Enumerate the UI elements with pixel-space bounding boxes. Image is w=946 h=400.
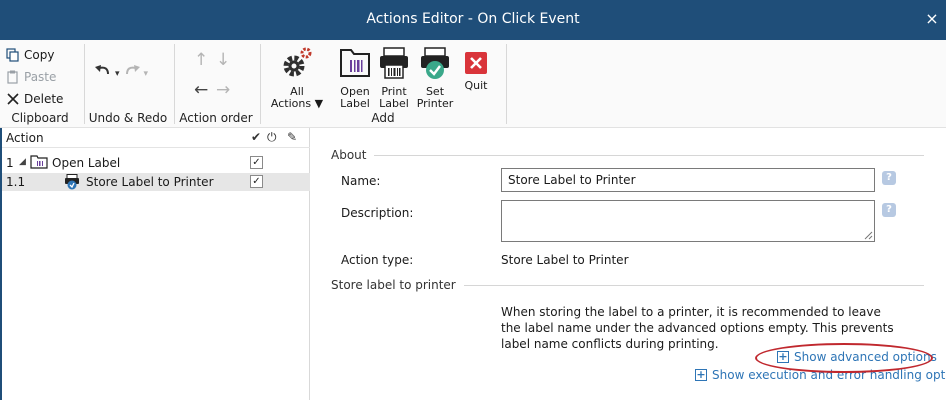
close-icon[interactable]: × xyxy=(922,9,942,28)
tree-row-open-label[interactable]: 1 ◢ Open Label ✓ xyxy=(2,154,310,172)
action-order-group-label: Action order xyxy=(179,111,253,125)
ribbon-separator xyxy=(260,44,261,124)
action-tree: Action ✔ ⏻ ✎ 1 ◢ Open Label ✓ 1.1 Store … xyxy=(0,128,310,400)
ribbon: Copy Paste Delete Clipboard ▾ ▾ Undo & R… xyxy=(0,40,946,128)
action-type-label: Action type: xyxy=(341,253,414,267)
ribbon-separator xyxy=(84,44,85,124)
move-up-icon[interactable]: ↑ xyxy=(194,50,208,70)
add-group: All Actions ▼ Open Label Print Label Set… xyxy=(262,40,504,128)
tree-header: Action ✔ ⏻ ✎ xyxy=(2,128,310,148)
pencil-icon: ✎ xyxy=(287,130,298,144)
row-number: 1 xyxy=(6,156,14,170)
clipboard-group-label: Clipboard xyxy=(11,111,69,125)
name-input[interactable]: Store Label to Printer xyxy=(501,168,875,192)
tree-row-store-label[interactable]: 1.1 Store Label to Printer ✓ xyxy=(2,173,310,191)
store-section-header: Store label to printer xyxy=(331,278,924,292)
store-section-title: Store label to printer xyxy=(331,278,456,292)
paste-label: Paste xyxy=(24,70,57,84)
open-label-button[interactable]: Open Label xyxy=(336,46,374,110)
row-enabled-checkbox[interactable]: ✓ xyxy=(250,156,263,169)
quit-label: Quit xyxy=(464,79,488,92)
set-printer-text-2: Printer xyxy=(416,97,454,110)
print-label-button[interactable]: Print Label xyxy=(375,46,413,110)
row-label: Store Label to Printer xyxy=(86,175,214,189)
open-label-icon xyxy=(30,155,48,172)
paste-icon xyxy=(6,70,20,84)
description-help-icon[interactable]: ? xyxy=(882,203,896,217)
expand-plus-icon: + xyxy=(695,368,707,381)
clipboard-group: Copy Paste Delete Clipboard xyxy=(0,40,80,128)
print-label-text-2: Label xyxy=(379,97,409,110)
copy-button[interactable]: Copy xyxy=(6,46,54,64)
open-label-text-2: Label xyxy=(340,97,370,110)
name-help-icon[interactable]: ? xyxy=(882,171,896,185)
move-down-icon[interactable]: ↓ xyxy=(216,50,230,70)
name-label: Name: xyxy=(341,174,381,188)
set-printer-icon xyxy=(414,46,456,83)
action-column-header: Action xyxy=(6,131,44,145)
delete-label: Delete xyxy=(24,92,64,106)
row-label: Open Label xyxy=(52,156,121,170)
all-actions-label-2: Actions xyxy=(270,97,312,110)
description-label: Description: xyxy=(341,206,414,220)
printer-icon xyxy=(375,46,413,83)
undo-icon[interactable] xyxy=(94,64,112,83)
copy-icon xyxy=(6,48,20,62)
title-bar: Actions Editor - On Click Event × xyxy=(0,0,946,40)
redo-icon[interactable] xyxy=(123,64,141,83)
action-type-value: Store Label to Printer xyxy=(501,253,629,267)
open-label-icon xyxy=(336,46,374,83)
undo-dropdown-icon[interactable]: ▾ xyxy=(115,69,120,79)
description-textarea[interactable] xyxy=(501,200,875,242)
undo-redo-group-label: Undo & Redo xyxy=(88,111,168,125)
paste-button[interactable]: Paste xyxy=(6,68,56,86)
section-divider xyxy=(374,154,925,156)
redo-dropdown-icon[interactable]: ▾ xyxy=(144,69,149,79)
set-printer-button[interactable]: Set Printer xyxy=(414,46,456,110)
row-number: 1.1 xyxy=(6,175,26,189)
copy-label: Copy xyxy=(24,48,55,62)
about-section-header: About xyxy=(331,148,925,162)
row-enabled-checkbox[interactable]: ✓ xyxy=(250,175,263,188)
all-actions-button[interactable]: All Actions ▼ xyxy=(268,46,326,110)
undo-redo-group: ▾ ▾ Undo & Redo xyxy=(86,40,170,128)
all-actions-dropdown-icon: ▼ xyxy=(311,97,324,110)
move-right-icon[interactable]: → xyxy=(216,80,230,100)
add-group-label: Add xyxy=(371,111,395,125)
delete-button[interactable]: Delete xyxy=(6,90,63,108)
ribbon-separator xyxy=(506,44,507,124)
move-left-icon[interactable]: ← xyxy=(194,80,208,100)
undo-redo-buttons: ▾ ▾ xyxy=(94,64,148,83)
delete-icon xyxy=(6,92,20,106)
properties-panel: About Name: Store Label to Printer ? Des… xyxy=(311,128,946,400)
resize-grip-icon[interactable] xyxy=(864,231,873,240)
gear-icon xyxy=(268,46,326,83)
power-icon: ⏻ xyxy=(267,130,277,144)
highlight-annotation xyxy=(755,343,933,373)
quit-icon xyxy=(458,52,494,77)
window-title: Actions Editor - On Click Event xyxy=(366,11,580,27)
section-divider xyxy=(463,284,924,286)
quit-button[interactable]: Quit xyxy=(458,46,494,92)
action-order-group: ↑ ↓ ← → Action order xyxy=(176,40,256,128)
ribbon-separator xyxy=(174,44,175,124)
collapse-triangle-icon[interactable]: ◢ xyxy=(19,157,26,167)
enabled-check-icon: ✔ xyxy=(251,130,262,144)
about-section-title: About xyxy=(331,148,367,162)
store-printer-icon xyxy=(64,174,80,193)
